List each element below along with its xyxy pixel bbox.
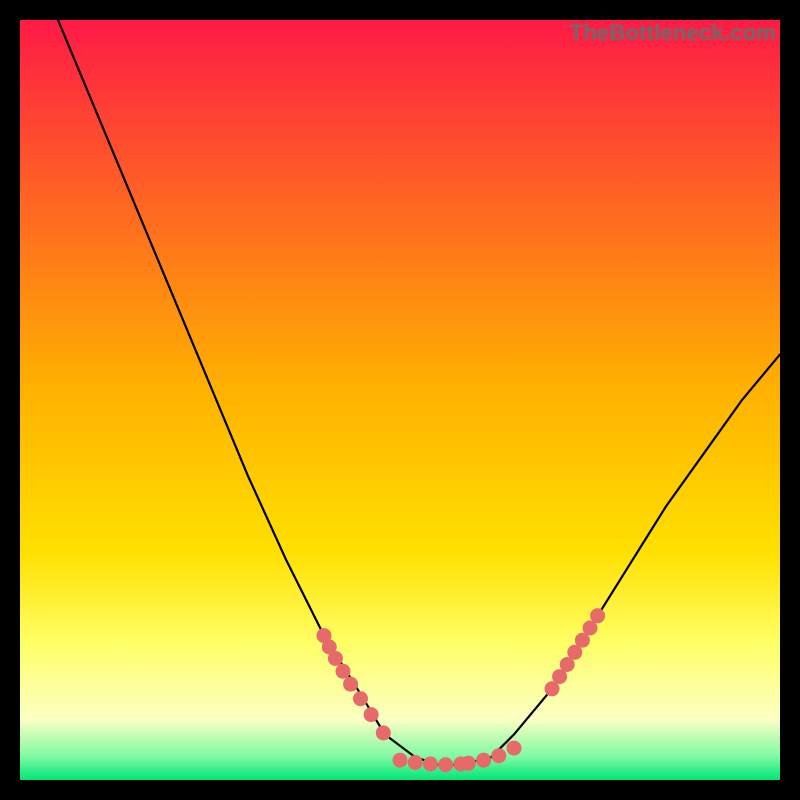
data-dot bbox=[364, 707, 379, 722]
data-dot bbox=[476, 753, 491, 768]
gradient-background bbox=[20, 20, 780, 780]
chart-svg bbox=[20, 20, 780, 780]
data-dot bbox=[393, 753, 408, 768]
data-dot bbox=[590, 608, 605, 623]
data-dot bbox=[438, 757, 453, 772]
data-dot bbox=[336, 664, 351, 679]
data-dot bbox=[353, 691, 368, 706]
data-dot bbox=[376, 725, 391, 740]
watermark-text: TheBottleneck.com bbox=[570, 20, 776, 46]
data-dot bbox=[343, 677, 358, 692]
data-dot bbox=[491, 748, 506, 763]
data-dot bbox=[423, 757, 438, 772]
data-dot bbox=[461, 756, 476, 771]
data-dot bbox=[507, 741, 522, 756]
chart-frame: TheBottleneck.com bbox=[20, 20, 780, 780]
data-dot bbox=[328, 651, 343, 666]
data-dot bbox=[408, 755, 423, 770]
